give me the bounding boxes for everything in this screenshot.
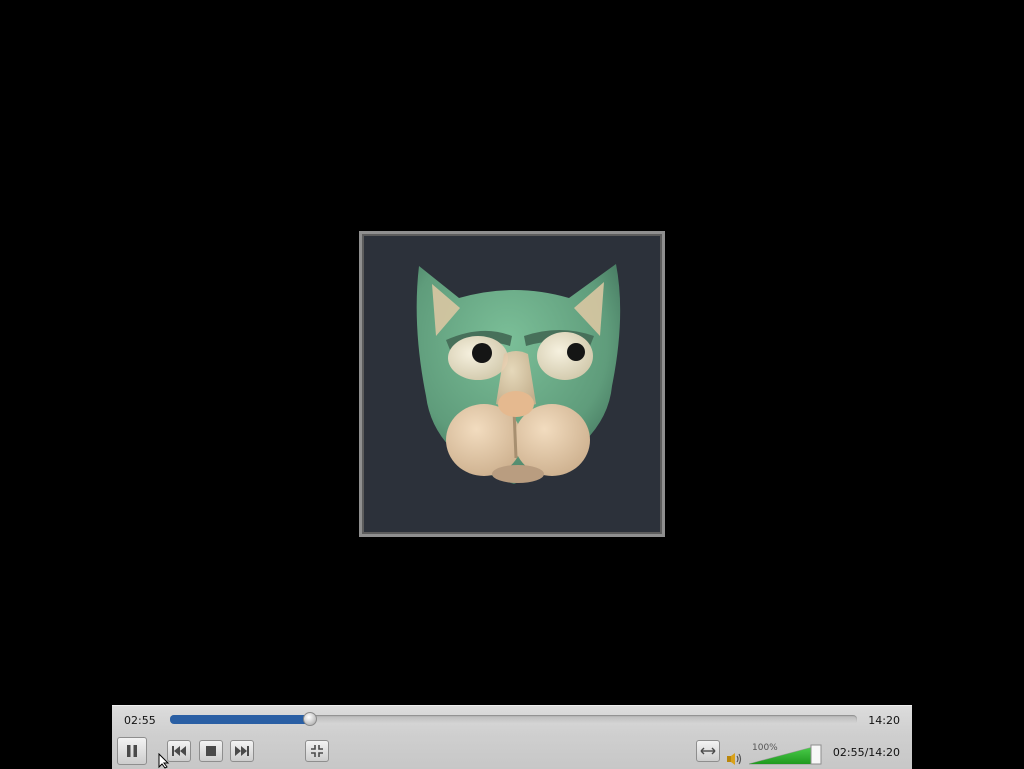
skip-back-icon	[172, 746, 186, 756]
elapsed-time: 02:55	[124, 714, 156, 727]
time-readout: 02:55/14:20	[832, 746, 900, 759]
video-artwork	[359, 231, 665, 537]
cat-mask-image	[364, 236, 660, 532]
mouse-cursor-icon	[158, 753, 170, 769]
volume-handle[interactable]	[810, 744, 822, 765]
aspect-ratio-button[interactable]	[696, 740, 720, 762]
stop-icon	[206, 746, 216, 756]
fullscreen-button[interactable]	[305, 740, 329, 762]
volume-percent-label: 100%	[752, 743, 778, 753]
player-controls-bar: 02:55 14:20 100% 02:55/14:20	[112, 705, 912, 769]
seek-progress-fill	[170, 715, 310, 724]
next-button[interactable]	[230, 740, 254, 762]
skip-forward-icon	[235, 746, 249, 756]
pause-button[interactable]	[117, 737, 147, 765]
pause-icon	[127, 745, 137, 757]
total-time: 14:20	[868, 714, 900, 727]
seek-bar[interactable]	[170, 712, 857, 726]
seek-handle[interactable]	[302, 712, 317, 726]
speaker-icon[interactable]	[726, 752, 742, 766]
stop-button[interactable]	[199, 740, 223, 762]
aspect-ratio-icon	[700, 747, 716, 755]
fullscreen-toggle-icon	[311, 745, 323, 757]
